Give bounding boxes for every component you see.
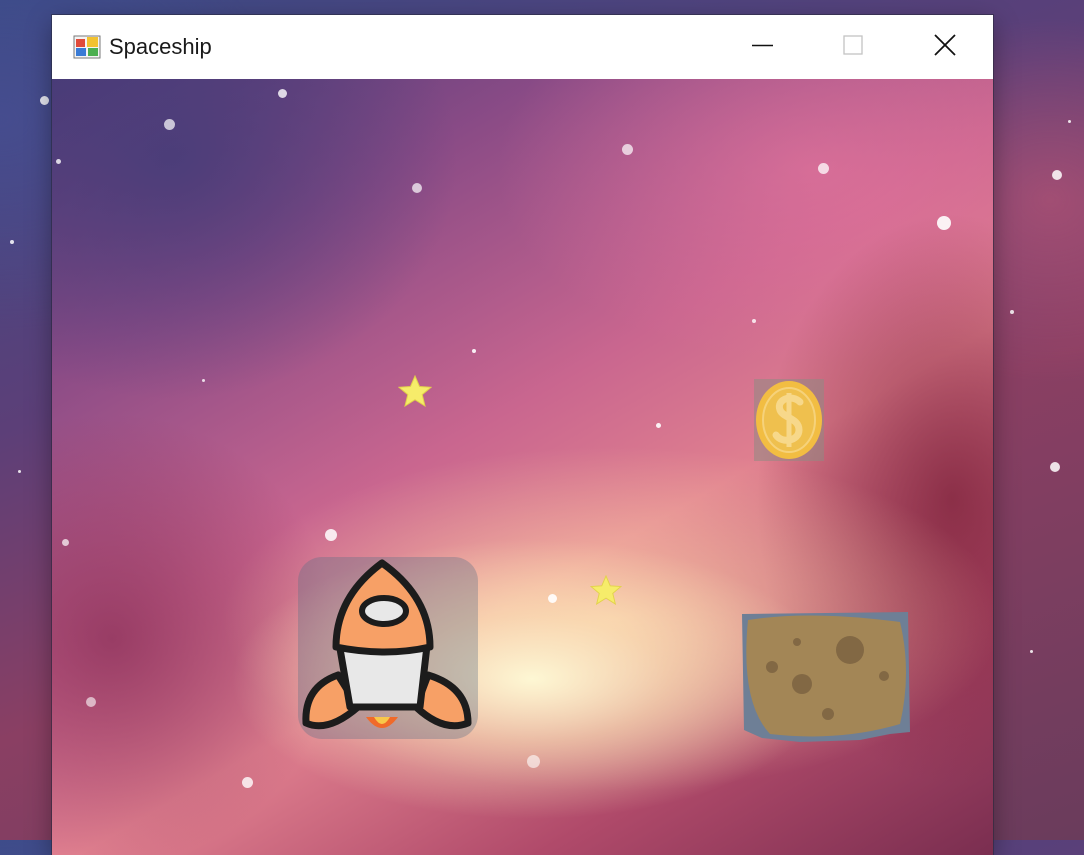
background-star <box>622 144 633 155</box>
background-star <box>62 539 69 546</box>
coin-icon <box>754 379 824 461</box>
star-pickup <box>398 375 432 407</box>
background-star <box>527 755 540 768</box>
star-pickup <box>590 575 622 605</box>
background-star <box>412 183 422 193</box>
close-button[interactable] <box>899 15 989 79</box>
background-star <box>56 159 61 164</box>
background-star <box>656 423 661 428</box>
desktop-star <box>18 470 21 473</box>
background-star <box>86 697 96 707</box>
spaceship-player <box>298 557 478 739</box>
desktop-star <box>1010 310 1014 314</box>
desktop-star <box>1050 462 1060 472</box>
background-star <box>818 163 829 174</box>
title-bar[interactable]: Spaceship <box>52 15 993 79</box>
maximize-icon <box>843 35 863 55</box>
background-star <box>548 594 557 603</box>
asteroid-obstacle <box>742 612 910 742</box>
desktop-star <box>1052 170 1062 180</box>
background-star <box>278 89 287 98</box>
desktop-star <box>1030 650 1033 653</box>
desktop-star <box>1068 120 1071 123</box>
game-window: Spaceship <box>52 15 993 855</box>
app-icon <box>73 35 101 59</box>
background-star <box>164 119 175 130</box>
background-star <box>325 529 337 541</box>
background-star <box>472 349 476 353</box>
window-title: Spaceship <box>109 34 212 59</box>
background-star <box>242 777 253 788</box>
desktop-star <box>40 96 49 105</box>
game-canvas[interactable] <box>52 79 993 855</box>
background-star <box>937 216 951 230</box>
minimize-button[interactable] <box>717 15 807 79</box>
maximize-button[interactable] <box>808 15 898 79</box>
minimize-icon <box>752 44 773 47</box>
close-icon <box>934 34 956 56</box>
background-star <box>752 319 756 323</box>
background-star <box>202 379 205 382</box>
desktop-star <box>10 240 14 244</box>
